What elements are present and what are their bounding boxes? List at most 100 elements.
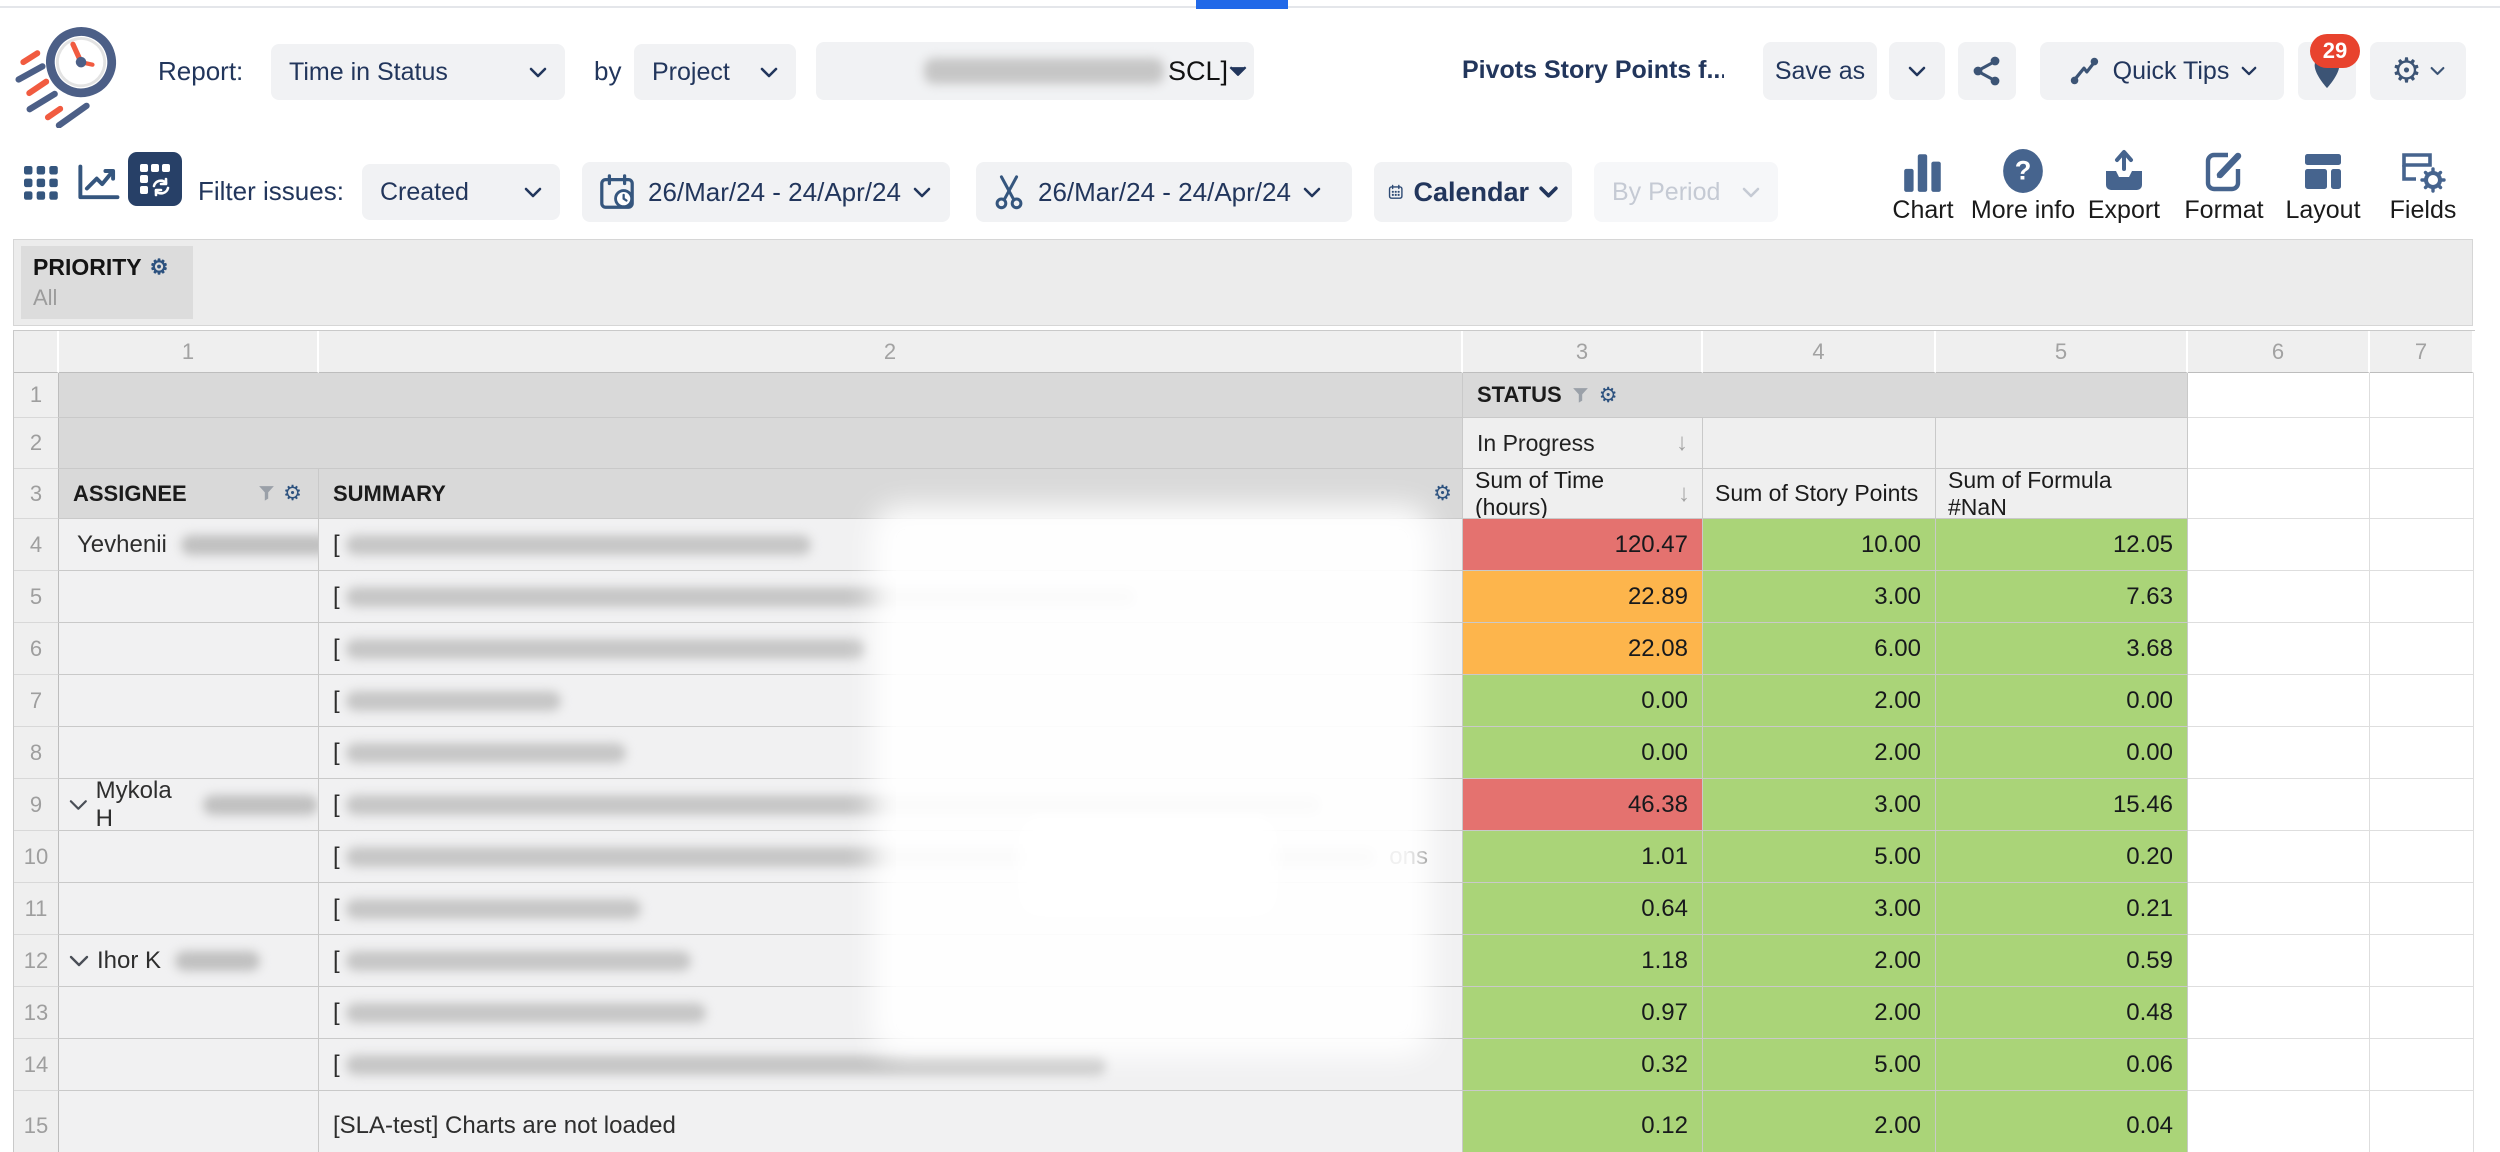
sort-desc-icon[interactable]: ↓: [1676, 429, 1688, 457]
empty-cell[interactable]: [2370, 727, 2474, 779]
sort-desc-icon[interactable]: ↓: [1678, 480, 1690, 508]
time-cell[interactable]: 0.00: [1463, 675, 1703, 727]
assignee-cell[interactable]: Yevhenii: [59, 519, 319, 571]
formula-cell[interactable]: 15.46: [1936, 779, 2188, 831]
settings-button[interactable]: ⚙: [2370, 42, 2466, 100]
empty-cell[interactable]: [2188, 831, 2370, 883]
empty-status-cell[interactable]: [1703, 418, 1936, 469]
report-type-select[interactable]: Time in Status: [271, 44, 565, 100]
filter-funnel-icon[interactable]: [1572, 387, 1589, 404]
chart-view-icon[interactable]: [76, 160, 124, 206]
time-cell[interactable]: 22.89: [1463, 571, 1703, 623]
formula-cell[interactable]: 0.20: [1936, 831, 2188, 883]
time-cell[interactable]: 0.64: [1463, 883, 1703, 935]
row-number[interactable]: 15: [14, 1091, 59, 1152]
empty-cell[interactable]: [2188, 469, 2370, 519]
grid-view-icon[interactable]: [24, 166, 62, 204]
empty-cell[interactable]: [2188, 935, 2370, 987]
empty-status-cell[interactable]: [1936, 418, 2188, 469]
quick-tips-button[interactable]: Quick Tips: [2040, 42, 2284, 100]
assignee-cell[interactable]: [59, 883, 319, 935]
created-date-range-button[interactable]: 26/Mar/24 - 24/Apr/24: [582, 162, 950, 222]
column-header-7[interactable]: 7: [2370, 331, 2474, 373]
row-number[interactable]: 7: [14, 675, 59, 727]
assignee-cell[interactable]: [59, 831, 319, 883]
gear-icon[interactable]: ⚙: [150, 257, 169, 278]
story-points-cell[interactable]: 2.00: [1703, 987, 1936, 1039]
row-number[interactable]: 4: [14, 519, 59, 571]
fields-action-button[interactable]: Fields: [2348, 148, 2498, 225]
empty-cell[interactable]: [2370, 987, 2474, 1039]
formula-cell[interactable]: 12.05: [1936, 519, 2188, 571]
row-number[interactable]: 1: [14, 373, 59, 418]
save-as-button[interactable]: Save as: [1763, 42, 1877, 100]
empty-cell[interactable]: [2370, 571, 2474, 623]
empty-cell[interactable]: [2188, 623, 2370, 675]
assignee-cell[interactable]: [59, 571, 319, 623]
time-cell[interactable]: 0.12: [1463, 1091, 1703, 1152]
story-points-cell[interactable]: 2.00: [1703, 727, 1936, 779]
expand-chevron-icon[interactable]: [69, 799, 88, 811]
measure-header-story-points[interactable]: Sum of Story Points: [1703, 469, 1936, 519]
empty-cell[interactable]: [2370, 519, 2474, 571]
time-cell[interactable]: 46.38: [1463, 779, 1703, 831]
filter-field-select[interactable]: Created: [362, 164, 560, 220]
story-points-cell[interactable]: 3.00: [1703, 883, 1936, 935]
status-value-cell[interactable]: In Progress ↓: [1463, 418, 1703, 469]
assignee-cell[interactable]: Ihor K: [59, 935, 319, 987]
time-cell[interactable]: 0.32: [1463, 1039, 1703, 1091]
time-cell[interactable]: 1.18: [1463, 935, 1703, 987]
assignee-cell[interactable]: [59, 1091, 319, 1152]
time-cell[interactable]: 1.01: [1463, 831, 1703, 883]
column-header-4[interactable]: 4: [1703, 331, 1936, 373]
project-scope-select[interactable]: SCL]: [816, 42, 1254, 100]
summary-column-header[interactable]: SUMMARY ⚙: [319, 469, 1463, 519]
priority-filter[interactable]: PRIORITY ⚙ All: [21, 246, 193, 319]
story-points-cell[interactable]: 2.00: [1703, 675, 1936, 727]
empty-cell[interactable]: [2370, 779, 2474, 831]
assignee-column-header[interactable]: ASSIGNEE ⚙: [59, 469, 319, 519]
column-header-2[interactable]: 2: [319, 331, 1463, 373]
column-header-1[interactable]: 1: [59, 331, 319, 373]
expand-chevron-icon[interactable]: [69, 955, 89, 967]
summary-cell[interactable]: [: [319, 1039, 1463, 1091]
empty-cell[interactable]: [2188, 779, 2370, 831]
row-number[interactable]: 11: [14, 883, 59, 935]
gear-icon[interactable]: ⚙: [1433, 483, 1452, 504]
empty-cell[interactable]: [2188, 571, 2370, 623]
time-cell[interactable]: 120.47: [1463, 519, 1703, 571]
formula-cell[interactable]: 7.63: [1936, 571, 2188, 623]
time-cell[interactable]: 0.97: [1463, 987, 1703, 1039]
row-number[interactable]: 13: [14, 987, 59, 1039]
empty-cell[interactable]: [2188, 418, 2370, 469]
formula-cell[interactable]: 0.59: [1936, 935, 2188, 987]
time-cell[interactable]: 22.08: [1463, 623, 1703, 675]
save-options-button[interactable]: [1889, 42, 1945, 100]
assignee-cell[interactable]: [59, 675, 319, 727]
empty-cell[interactable]: [2370, 373, 2474, 418]
pivot-view-toggle-active[interactable]: [128, 152, 182, 206]
row-number[interactable]: 3: [14, 469, 59, 519]
empty-cell[interactable]: [2370, 418, 2474, 469]
time-cell[interactable]: 0.00: [1463, 727, 1703, 779]
empty-cell[interactable]: [2370, 883, 2474, 935]
empty-cell[interactable]: [2188, 987, 2370, 1039]
formula-cell[interactable]: 0.04: [1936, 1091, 2188, 1152]
formula-cell[interactable]: 0.48: [1936, 987, 2188, 1039]
empty-cell[interactable]: [2188, 519, 2370, 571]
row-number[interactable]: 9: [14, 779, 59, 831]
resolved-date-range-button[interactable]: 26/Mar/24 - 24/Apr/24: [976, 162, 1352, 222]
empty-cell[interactable]: [2370, 831, 2474, 883]
empty-cell[interactable]: [2370, 675, 2474, 727]
empty-cell[interactable]: [2370, 469, 2474, 519]
gear-icon[interactable]: ⚙: [1599, 385, 1618, 406]
column-header-3[interactable]: 3: [1463, 331, 1703, 373]
calendar-mode-select[interactable]: Calendar: [1374, 162, 1572, 222]
story-points-cell[interactable]: 6.00: [1703, 623, 1936, 675]
story-points-cell[interactable]: 2.00: [1703, 935, 1936, 987]
assignee-cell[interactable]: [59, 987, 319, 1039]
story-points-cell[interactable]: 3.00: [1703, 779, 1936, 831]
share-button[interactable]: [1958, 42, 2016, 100]
formula-cell[interactable]: 0.06: [1936, 1039, 2188, 1091]
current-report-name[interactable]: Pivots Story Points f...: [1462, 0, 1724, 140]
